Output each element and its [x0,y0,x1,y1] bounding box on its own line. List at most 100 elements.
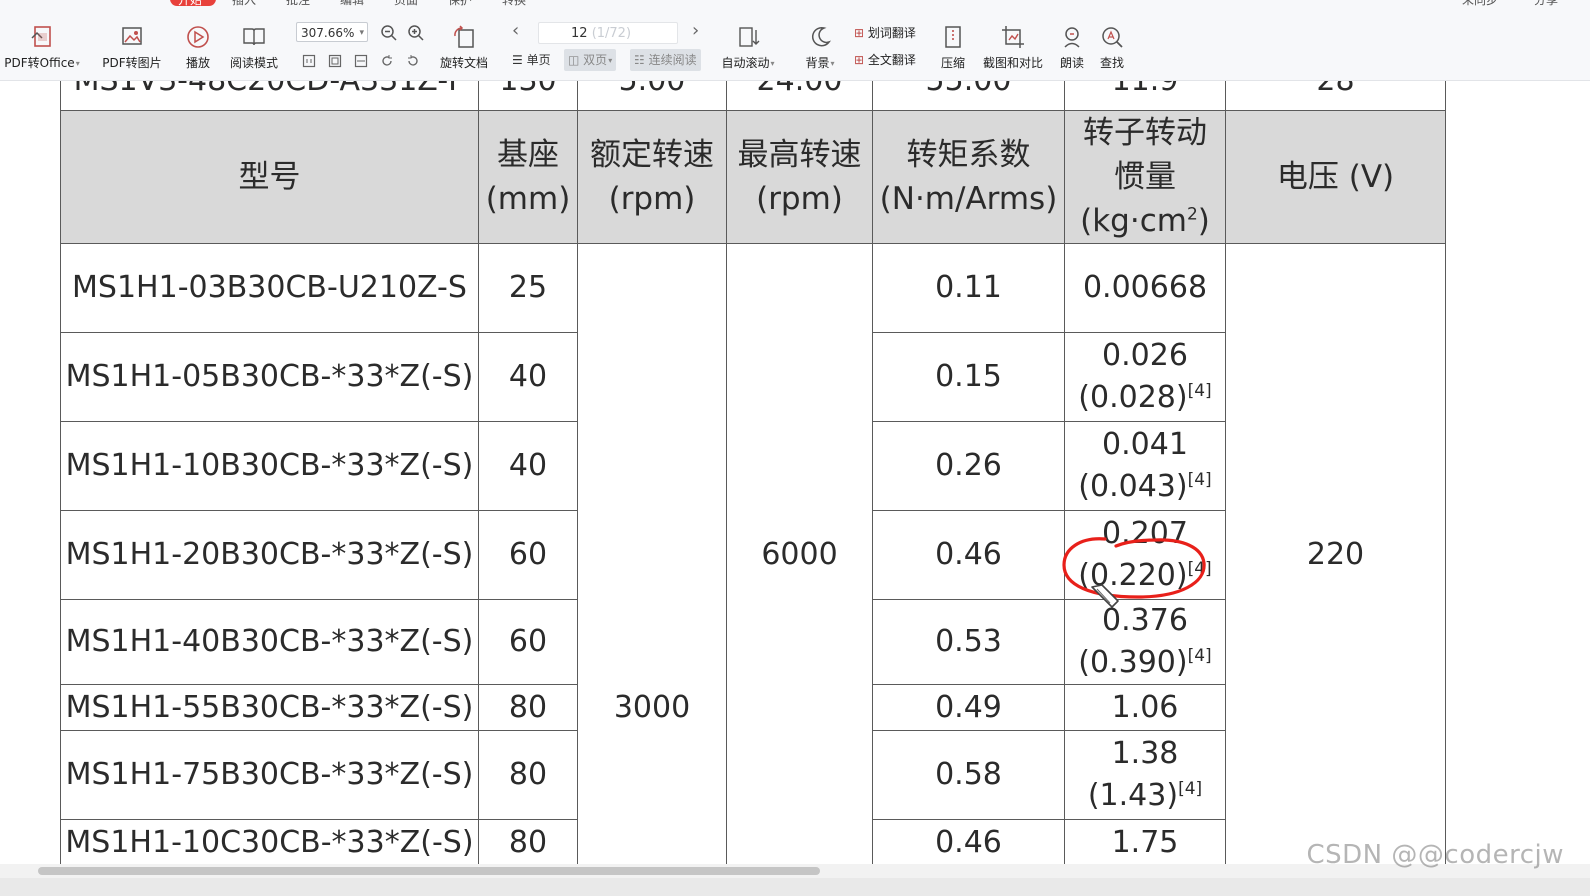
cell-torque-coef: 55.00 [872,81,1065,111]
cell-inertia: 1.38 (1.43)[4] [1064,730,1226,820]
read-mode-button[interactable]: 阅读模式 [226,24,282,71]
double-page-button[interactable]: ◫ 双页▾ [564,49,617,71]
full-translate-icon: ⊞ [854,53,865,67]
footnote-ref: [4] [1178,779,1203,799]
chevron-down-icon: ▾ [359,28,364,38]
status-bar [0,878,1590,896]
inertia-alt-value: (0.028) [1078,380,1188,415]
cell-max-speed: 24.00 [726,81,873,111]
read-aloud-button[interactable]: 朗读 [1056,24,1088,71]
header-inertia-unit: (kg·cm [1080,203,1187,239]
cell-model: MS1H1-75B30CB-*33*Z(-S) [60,730,479,820]
cell-torque-coef: 0.49 [872,684,1065,731]
cell-torque-coef: 0.58 [872,730,1065,820]
compress-button[interactable]: 压缩 [936,24,970,71]
cell-inertia: 11.9 [1064,81,1226,111]
page-number-input[interactable]: 12 (1/72) [538,22,678,44]
read-aloud-icon [1064,27,1080,48]
cell-torque-coef: 0.53 [872,599,1065,685]
single-page-icon: ☰ [512,53,523,67]
word-translate-button[interactable]: ⊞ 划词翻译 [850,22,920,44]
footnote-ref: [4] [1187,470,1212,490]
chevron-down-icon: ▾ [608,55,613,65]
sync-status[interactable]: 未同步 [1462,0,1498,8]
zoom-input[interactable]: 307.66% ▾ [296,22,368,42]
cell-max-speed: 6000 [726,243,873,864]
play-button[interactable]: 播放 [180,24,216,71]
full-translate-button[interactable]: ⊞ 全文翻译 [850,49,920,71]
find-button[interactable]: 查找 [1096,24,1128,71]
cell-frame: 80 [478,730,578,820]
cell-model: MS1H1-40B30CB-*33*Z(-S) [60,599,479,685]
cell-inertia: 0.207 (0.220)[4] [1064,510,1226,600]
continuous-read-button[interactable]: ☷ 连续阅读 [630,49,701,71]
pdf-to-office-button[interactable]: PDF转Office▾ [2,24,82,71]
cell-voltage: 220 [1225,243,1446,864]
double-page-icon: ◫ [568,53,580,67]
tab-insert[interactable]: 插入 [232,0,256,8]
fit-page-icon[interactable] [328,54,342,68]
zoom-in-icon[interactable] [407,24,425,42]
cell-inertia: 1.75 [1064,819,1226,864]
chevron-down-icon: ▾ [770,59,775,68]
table-row: MS1H1-03B30CB-U210Z-S 25 6000 0.11 0.00668 22… [60,243,1447,864]
actual-size-icon[interactable] [302,54,316,68]
watermark: CSDN @@codercjw [1306,840,1564,870]
inertia-value: 1.75 [1111,824,1179,860]
rotate-right-icon[interactable] [406,54,420,68]
cell-model: MS1H1-10B30CB-*33*Z(-S) [60,421,479,511]
screenshot-compare-button[interactable]: 截图和对比 [978,24,1048,71]
cell-model: MS1H1-55B30CB-*33*Z(-S) [60,684,479,731]
partial-table-row: MS1V3-48C20CD-A331Z-F 130 5.00 24.00 55.… [60,81,1447,111]
inertia-value: 1.06 [1111,689,1179,725]
inertia-alt-value: (0.390) [1078,645,1188,680]
cell-inertia: 0.041 (0.043)[4] [1064,421,1226,511]
tab-annotate[interactable]: 批注 [286,0,310,8]
inertia-alt-line: (0.390)[4] [1065,642,1225,684]
single-page-button[interactable]: ☰ 单页 [508,49,555,71]
header-max-speed: 最高转速 (rpm) [726,110,873,244]
inertia-value: 1.38 [1111,736,1179,771]
continuous-read-icon: ☷ [634,53,645,67]
header-torque-coef-line2: (N·m/Arms) [879,181,1058,217]
inertia-alt-line: (0.220)[4] [1065,555,1225,597]
cell-model: MS1H1-10C30CB-*33*Z(-S) [60,819,479,864]
inertia-value: 0.026 [1102,338,1188,373]
tab-convert[interactable]: 转换 [502,0,526,8]
tab-protect[interactable]: 保护 [448,0,472,8]
tab-edit[interactable]: 编辑 [340,0,364,8]
inertia-alt-line: (0.043)[4] [1065,466,1225,508]
rotate-document-button[interactable]: 旋转文档 [436,24,492,71]
menu-tab-strip: 开始 插入 批注 编辑 页面 保护 转换 未同步 分享 [0,0,1590,8]
inertia-value: 0.041 [1102,427,1188,462]
share-button[interactable]: 分享 [1534,0,1558,8]
pdf-to-image-button[interactable]: PDF转图片 [100,24,164,71]
cell-torque-coef: 0.46 [872,510,1065,600]
word-translate-icon: ⊞ [854,26,865,40]
header-rated-speed-line2: (rpm) [608,181,696,217]
compress-label: 压缩 [940,56,965,70]
header-max-speed-line1: 最高转速 [737,137,862,173]
book-icon [243,28,265,46]
scrollbar-thumb[interactable] [38,867,820,875]
zoom-out-icon[interactable] [380,24,398,42]
next-page-icon[interactable]: › [692,20,699,41]
document-viewport[interactable]: MS1V3-48C20CD-A331Z-F 130 5.00 24.00 55.… [0,81,1590,864]
cell-frame: 80 [478,684,578,731]
play-label: 播放 [185,56,210,70]
chevron-down-icon: ▾ [830,59,835,68]
cell-frame: 40 [478,332,578,422]
fit-width-icon[interactable] [354,54,368,68]
header-max-speed-line2: (rpm) [756,181,843,217]
cell-frame: 130 [478,81,578,111]
rotate-left-icon[interactable] [380,54,394,68]
previous-page-icon[interactable]: ‹ [512,20,519,41]
tab-start[interactable]: 开始 [178,0,202,8]
background-button[interactable]: 背景▾ [800,24,840,71]
footnote-ref: [4] [1187,559,1212,579]
auto-scroll-button[interactable]: 自动滚动▾ [716,24,780,71]
tab-page[interactable]: 页面 [394,0,418,8]
inertia-alt-value: (0.043) [1078,469,1188,504]
cell-voltage: 28 [1225,81,1446,111]
inertia-alt-line: (1.43)[4] [1065,775,1225,817]
